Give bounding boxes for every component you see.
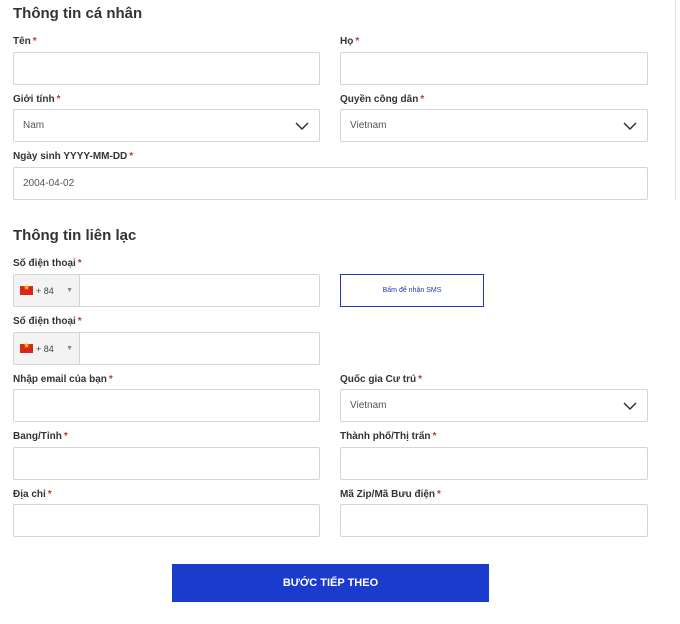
phone2-label: Số điện thoại * (13, 316, 82, 327)
phone1-field: + 84 ▼ (13, 274, 320, 307)
country-code-select[interactable]: + 84 ▼ (14, 275, 80, 306)
citizenship-label: Quyền công dân * (340, 94, 425, 105)
chevron-down-icon (623, 401, 637, 410)
city-label: Thành phố/Thị trấn * (340, 431, 437, 442)
email-input[interactable] (13, 389, 320, 422)
dob-input[interactable] (13, 167, 648, 200)
get-sms-button[interactable]: Bấm để nhận SMS (340, 274, 484, 307)
address-label: Địa chỉ * (13, 489, 52, 500)
first-name-input[interactable] (13, 52, 320, 85)
vietnam-flag-icon (20, 283, 33, 295)
citizenship-value: Vietnam (350, 120, 387, 131)
phone2-field: + 84 ▼ (13, 332, 320, 365)
phone2-input[interactable] (80, 333, 319, 364)
last-name-input[interactable] (340, 52, 648, 85)
caret-down-icon: ▼ (66, 345, 73, 352)
zip-input[interactable] (340, 504, 648, 537)
city-input[interactable] (340, 447, 648, 480)
chevron-down-icon (623, 121, 637, 130)
dob-label: Ngày sinh YYYY-MM-DD * (13, 151, 134, 162)
gender-select[interactable]: Nam (13, 109, 320, 142)
phone1-label: Số điện thoại * (13, 258, 82, 269)
email-label: Nhập email của bạn * (13, 374, 113, 385)
residence-select[interactable]: Vietnam (340, 389, 648, 422)
next-step-button[interactable]: BƯỚC TIẾP THEO (172, 564, 489, 602)
phone1-input[interactable] (80, 275, 319, 306)
last-name-label: Họ * (340, 36, 360, 47)
section-title-contact: Thông tin liên lạc (13, 227, 137, 244)
country-code-select[interactable]: + 84 ▼ (14, 333, 80, 364)
section-title-personal: Thông tin cá nhân (13, 5, 143, 22)
state-label: Bang/Tỉnh * (13, 431, 68, 442)
divider-line (675, 0, 676, 200)
country-code-value: + 84 (36, 285, 54, 296)
state-input[interactable] (13, 447, 320, 480)
country-code-value: + 84 (36, 343, 54, 354)
zip-label: Mã Zip/Mã Bưu điện * (340, 489, 441, 500)
caret-down-icon: ▼ (66, 287, 73, 294)
vietnam-flag-icon (20, 341, 33, 353)
gender-label: Giới tính * (13, 94, 61, 105)
gender-value: Nam (23, 120, 45, 131)
residence-label: Quốc gia Cư trú * (340, 374, 423, 385)
residence-value: Vietnam (350, 400, 387, 411)
address-input[interactable] (13, 504, 320, 537)
citizenship-select[interactable]: Vietnam (340, 109, 648, 142)
chevron-down-icon (295, 121, 309, 130)
first-name-label: Tên * (13, 36, 37, 47)
